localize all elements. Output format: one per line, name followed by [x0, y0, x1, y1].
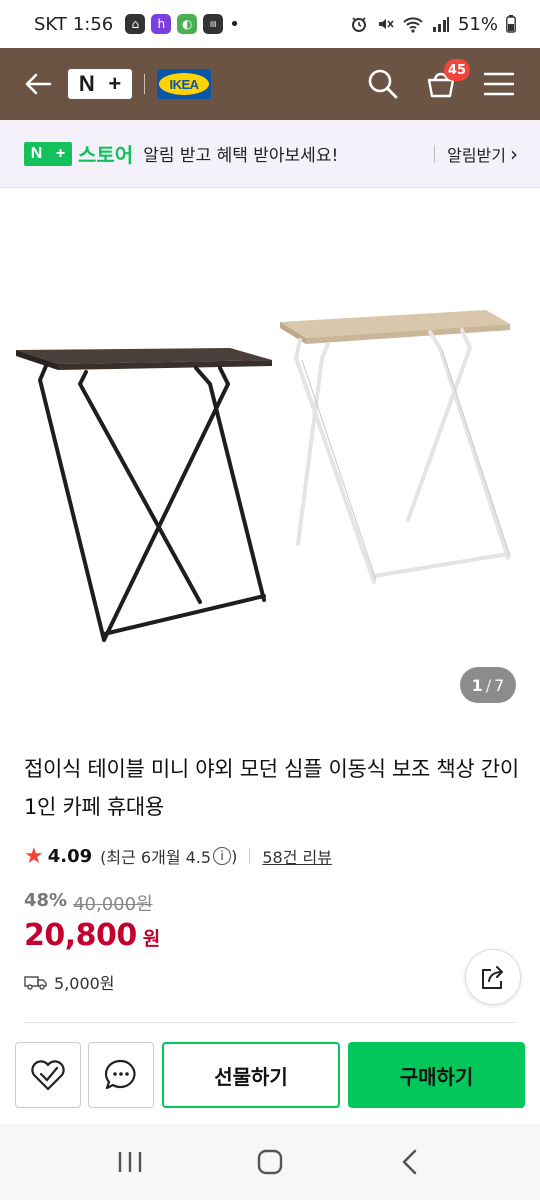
wishlist-button[interactable]	[15, 1042, 81, 1108]
product-photo	[16, 310, 511, 642]
naver-logo-letter: N	[78, 71, 95, 96]
review-count-link[interactable]: 58건 리뷰	[262, 844, 332, 868]
sale-price: 20,800	[24, 918, 137, 953]
wifi-icon	[403, 17, 423, 33]
home-button[interactable]	[240, 1132, 300, 1192]
signal-icon	[432, 17, 449, 32]
chat-inquiry-button[interactable]	[88, 1042, 154, 1108]
logo-divider	[144, 74, 145, 94]
top-navigation: N + IKEA 45	[0, 48, 540, 120]
system-back-button[interactable]	[380, 1132, 440, 1192]
white-folding-table-image	[280, 310, 511, 584]
naver-plus-store-badge: N +	[24, 141, 72, 166]
discount-rate: 48%	[24, 890, 68, 911]
star-icon: ★	[24, 843, 44, 869]
ikea-logo-text: IKEA	[159, 73, 209, 95]
home-icon	[257, 1149, 283, 1175]
subscribe-alerts-label: 알림받기	[447, 145, 506, 165]
hamburger-menu-icon	[484, 72, 514, 96]
carrier-label: SKT	[34, 13, 67, 35]
image-page-indicator: 1 / 7	[460, 667, 516, 703]
dark-folding-table-image	[16, 348, 272, 642]
average-rating: 4.09	[47, 845, 93, 867]
cart-count-badge: 45	[443, 59, 470, 81]
shop-notification-icon: ◐	[177, 14, 198, 34]
notification-banner: N + 스토어 알림 받고 혜택 받아보세요! 알림받기 ›	[0, 120, 540, 188]
back-button[interactable]	[8, 48, 68, 120]
store-name: 스토어	[78, 143, 134, 167]
original-price: 40,000원	[73, 894, 153, 915]
app-notification-icon: h	[151, 14, 172, 34]
notice-message: 알림 받고 혜택 받아보세요!	[143, 146, 339, 166]
subscribe-alerts-link[interactable]: 알림받기 ›	[447, 142, 518, 166]
naver-logo-plus: +	[108, 71, 122, 96]
ikea-logo[interactable]: IKEA	[157, 69, 211, 99]
chevron-right-icon: ›	[510, 141, 518, 166]
shipping-fee-row: 5,000원	[24, 970, 115, 994]
search-icon	[368, 69, 398, 99]
clock: 1:56	[72, 13, 114, 35]
sale-price-row: 20,800 원	[24, 918, 160, 953]
chevron-left-icon	[402, 1149, 417, 1175]
heart-check-icon	[31, 1060, 65, 1091]
delivery-truck-icon	[24, 976, 47, 990]
status-bar: SKT 1:56 ⌂ h ◐ ▤ • 51%	[0, 0, 540, 48]
menu-button[interactable]	[480, 65, 518, 103]
news-notification-icon: ▤	[203, 14, 224, 34]
share-icon	[482, 966, 503, 989]
store-badge-letter: N	[30, 144, 43, 162]
rating-divider	[249, 848, 251, 864]
system-navigation-bar	[0, 1124, 540, 1200]
search-button[interactable]	[364, 65, 402, 103]
recent-rating-close: )	[231, 846, 238, 866]
share-button[interactable]	[465, 949, 521, 1005]
recent-apps-button[interactable]	[100, 1132, 160, 1192]
buy-button[interactable]: 구매하기	[348, 1042, 525, 1108]
product-title: 접이식 테이블 미니 야외 모던 심플 이동식 보조 책상 간이 1인 카페 휴…	[24, 757, 519, 819]
home-notification-icon: ⌂	[125, 14, 146, 34]
notice-divider	[434, 144, 436, 163]
more-notifications-dot: •	[229, 13, 240, 35]
arrow-left-icon	[25, 73, 52, 95]
currency-unit: 원	[142, 928, 161, 950]
recent-apps-icon	[118, 1152, 142, 1172]
bottom-action-bar: 선물하기 구매하기	[0, 1028, 540, 1123]
page-separator: /	[485, 675, 492, 695]
current-image-index: 1	[471, 675, 483, 695]
total-image-count: 7	[494, 675, 505, 695]
shipping-fee: 5,000원	[54, 974, 115, 993]
chat-bubble-icon	[104, 1059, 136, 1090]
rating-row: ★ 4.09 (최근 6개월 4.5 i ) 58건 리뷰	[24, 842, 332, 870]
content-divider	[24, 1022, 516, 1023]
mute-icon	[378, 19, 394, 29]
product-image-gallery[interactable]: 1 / 7	[0, 188, 540, 728]
gift-button[interactable]: 선물하기	[162, 1042, 340, 1108]
info-icon[interactable]: i	[213, 847, 232, 865]
cart-button[interactable]: 45	[422, 59, 470, 103]
alarm-icon	[351, 17, 366, 32]
battery-percent: 51%	[457, 13, 498, 35]
store-badge-plus: +	[55, 144, 66, 162]
naver-plus-logo[interactable]: N +	[68, 69, 132, 99]
original-price-row: 48% 40,000원	[24, 890, 153, 916]
battery-icon	[506, 15, 516, 33]
recent-rating-text: (최근 6개월 4.5	[100, 848, 212, 867]
